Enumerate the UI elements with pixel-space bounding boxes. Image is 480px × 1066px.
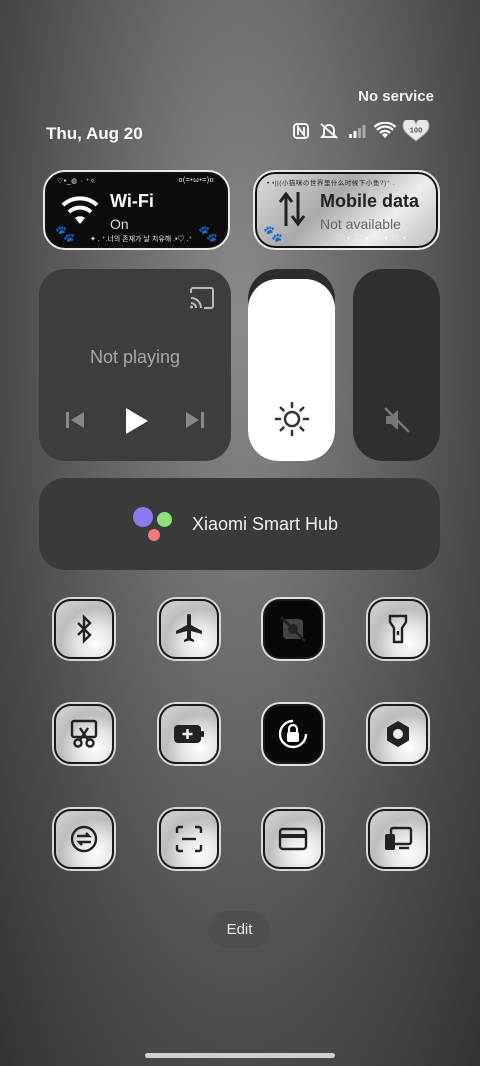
mobile-data-toggle-tile[interactable]: • •||(小猫咪の世界里什么时候下小鱼?)⁺ . Mobile data No… [253, 170, 440, 250]
device-cast-icon [385, 826, 413, 850]
previous-track-icon[interactable] [64, 409, 86, 431]
card-toggle[interactable] [263, 809, 323, 869]
cast-icon[interactable] [189, 287, 215, 309]
paw-icon: 🐾 [263, 226, 283, 243]
bluetooth-icon [77, 614, 92, 644]
scissors-icon [70, 719, 98, 748]
gear-icon [387, 721, 409, 747]
silent-icon [318, 120, 340, 142]
hub-dot-green [157, 512, 172, 527]
card-icon [278, 827, 308, 851]
home-indicator[interactable] [145, 1053, 335, 1058]
camera-disabled-icon [280, 616, 306, 642]
cast-device-toggle[interactable] [368, 809, 428, 869]
sync-icon [70, 825, 98, 853]
rotation-lock-icon [278, 719, 308, 749]
airplane-mode-toggle[interactable] [159, 599, 219, 659]
rotation-lock-toggle[interactable] [263, 704, 323, 764]
scan-icon [175, 825, 203, 853]
mobile-tile-decoration-bottom: ♡ ⋆ ♡ ⋆ ♡ ⋆ ♡ ⋆ [335, 233, 408, 243]
hub-dot-red [148, 529, 160, 541]
wifi-toggle-tile[interactable]: ♡•_◍ · ⁺✧ o(=•ω•=)o Wi-Fi On 🐾 🐾 ✦ . ⁺.너… [43, 170, 230, 250]
edit-button[interactable]: Edit [209, 911, 270, 948]
nfc-icon [290, 120, 312, 142]
wifi-tile-decoration-top-right: o(=•ω•=)o [178, 177, 214, 184]
flashlight-toggle[interactable] [368, 599, 428, 659]
brightness-slider[interactable] [248, 269, 335, 461]
mobile-data-icon [278, 191, 306, 227]
settings-toggle[interactable] [368, 704, 428, 764]
sync-toggle[interactable] [54, 809, 114, 869]
smart-hub-label: Xiaomi Smart Hub [192, 514, 339, 534]
paw-icon: 🐾 [55, 226, 75, 243]
hub-dot-purple [133, 507, 153, 527]
brightness-icon [274, 401, 310, 437]
battery-saver-icon [174, 725, 204, 743]
wifi-icon [374, 120, 396, 142]
wifi-title: Wi-Fi [110, 191, 154, 211]
battery-level: 100 [410, 126, 423, 135]
airplane-icon [176, 614, 202, 642]
mobile-data-status: Not available [320, 216, 401, 232]
signal-icon [346, 120, 368, 142]
wifi-tile-decoration-top: ♡•_◍ · ⁺✧ [57, 178, 97, 185]
scanner-toggle[interactable] [159, 809, 219, 869]
volume-muted-icon [384, 407, 410, 433]
bluetooth-toggle[interactable] [54, 599, 114, 659]
battery-saver-toggle[interactable] [159, 704, 219, 764]
battery-heart-icon: 100 [402, 120, 430, 142]
paw-icon: 🐾 [198, 226, 218, 243]
carrier-status: No service [358, 88, 434, 105]
date-label: Thu, Aug 20 [46, 124, 143, 143]
camera-toggle[interactable] [263, 599, 323, 659]
flashlight-icon [388, 614, 408, 644]
next-track-icon[interactable] [184, 409, 206, 431]
mobile-tile-decoration-top: • •||(小猫咪の世界里什么时候下小鱼?)⁺ . [267, 180, 396, 187]
media-player-card[interactable]: Not playing [39, 269, 231, 461]
play-button-icon[interactable] [122, 406, 150, 436]
wifi-tile-decoration-bottom: ✦ . ⁺.너의 존재가 날 치유해 .•♡ .⁺ [90, 236, 193, 243]
status-icons: 100 [290, 120, 430, 142]
wifi-status: On [110, 216, 129, 232]
smart-hub-card[interactable]: Xiaomi Smart Hub [39, 478, 440, 570]
wifi-icon [61, 196, 99, 224]
mobile-data-title: Mobile data [320, 191, 420, 211]
screenshot-toggle[interactable] [54, 704, 114, 764]
media-status: Not playing [89, 347, 181, 367]
volume-slider[interactable] [353, 269, 440, 461]
